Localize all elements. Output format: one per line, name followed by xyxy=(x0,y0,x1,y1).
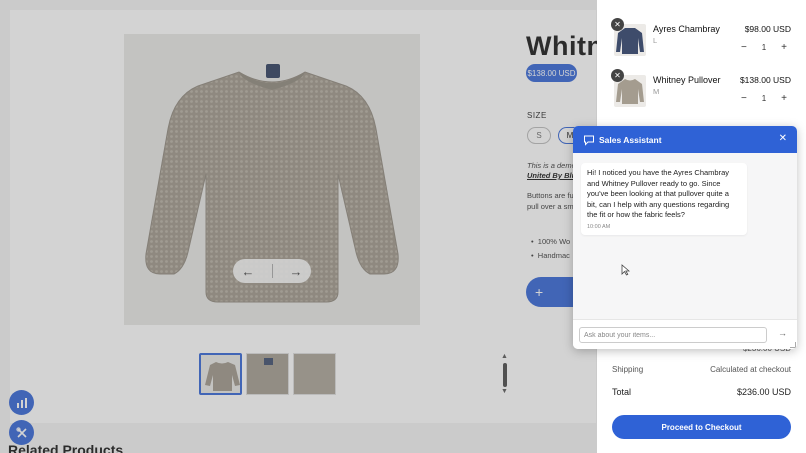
sales-assistant-chat: Sales Assistant ✕ Hi! I noticed you have… xyxy=(573,126,797,349)
page-dim-overlay[interactable] xyxy=(0,0,597,453)
cart-item-price: $138.00 USD xyxy=(739,75,791,85)
message-text: Hi! I noticed you have the Ayres Chambra… xyxy=(587,168,730,219)
remove-item-button[interactable]: ✕ xyxy=(611,18,624,31)
increase-qty-button[interactable]: + xyxy=(781,93,787,104)
cart-item-name: Whitney Pullover xyxy=(653,75,721,85)
cursor-icon xyxy=(621,264,630,276)
cart-item: ✕ Whitney Pullover M $138.00 USD − 1 + xyxy=(597,69,806,119)
decrease-qty-button[interactable]: − xyxy=(741,93,747,104)
cart-item-price: $98.00 USD xyxy=(744,24,791,34)
cart-item-variant: L xyxy=(653,36,658,45)
total-label: Total xyxy=(612,387,632,397)
resize-handle[interactable] xyxy=(790,342,796,348)
message-time: 10:00 AM xyxy=(587,223,611,230)
decrease-qty-button[interactable]: − xyxy=(741,42,747,53)
increase-qty-button[interactable]: + xyxy=(781,42,787,53)
cart-item-name: Ayres Chambray xyxy=(653,24,720,34)
cart-item-variant: M xyxy=(653,87,660,96)
chat-title: Sales Assistant xyxy=(599,134,662,145)
total-row: Total $236.00 USD xyxy=(612,387,791,397)
qty-value: 1 xyxy=(761,43,767,52)
proceed-to-checkout-button[interactable]: Proceed to Checkout xyxy=(612,415,791,439)
assistant-message: Hi! I noticed you have the Ayres Chambra… xyxy=(581,163,747,235)
total-value: $236.00 USD xyxy=(736,387,791,397)
shipping-value: Calculated at checkout xyxy=(710,365,791,374)
quantity-stepper: − 1 + xyxy=(741,42,787,53)
chat-header: Sales Assistant ✕ xyxy=(573,126,797,153)
chat-messages[interactable]: Hi! I noticed you have the Ayres Chambra… xyxy=(573,153,797,319)
quantity-stepper: − 1 + xyxy=(741,93,787,104)
remove-item-button[interactable]: ✕ xyxy=(611,69,624,82)
chat-bubble-icon xyxy=(584,135,594,146)
send-arrow-icon[interactable]: → xyxy=(778,328,787,338)
cart-item: ✕ Ayres Chambray L $98.00 USD − 1 + xyxy=(597,18,806,68)
shipping-label: Shipping xyxy=(612,365,644,374)
chat-input[interactable] xyxy=(579,327,767,343)
chat-input-bar: → xyxy=(573,319,797,349)
storefront-page: ← → ▲ ▼ Whitn $138.00 USD SIZE S M This … xyxy=(0,0,806,453)
close-icon[interactable]: ✕ xyxy=(779,133,787,144)
qty-value: 1 xyxy=(761,94,767,103)
shipping-row: Shipping Calculated at checkout xyxy=(612,365,791,374)
